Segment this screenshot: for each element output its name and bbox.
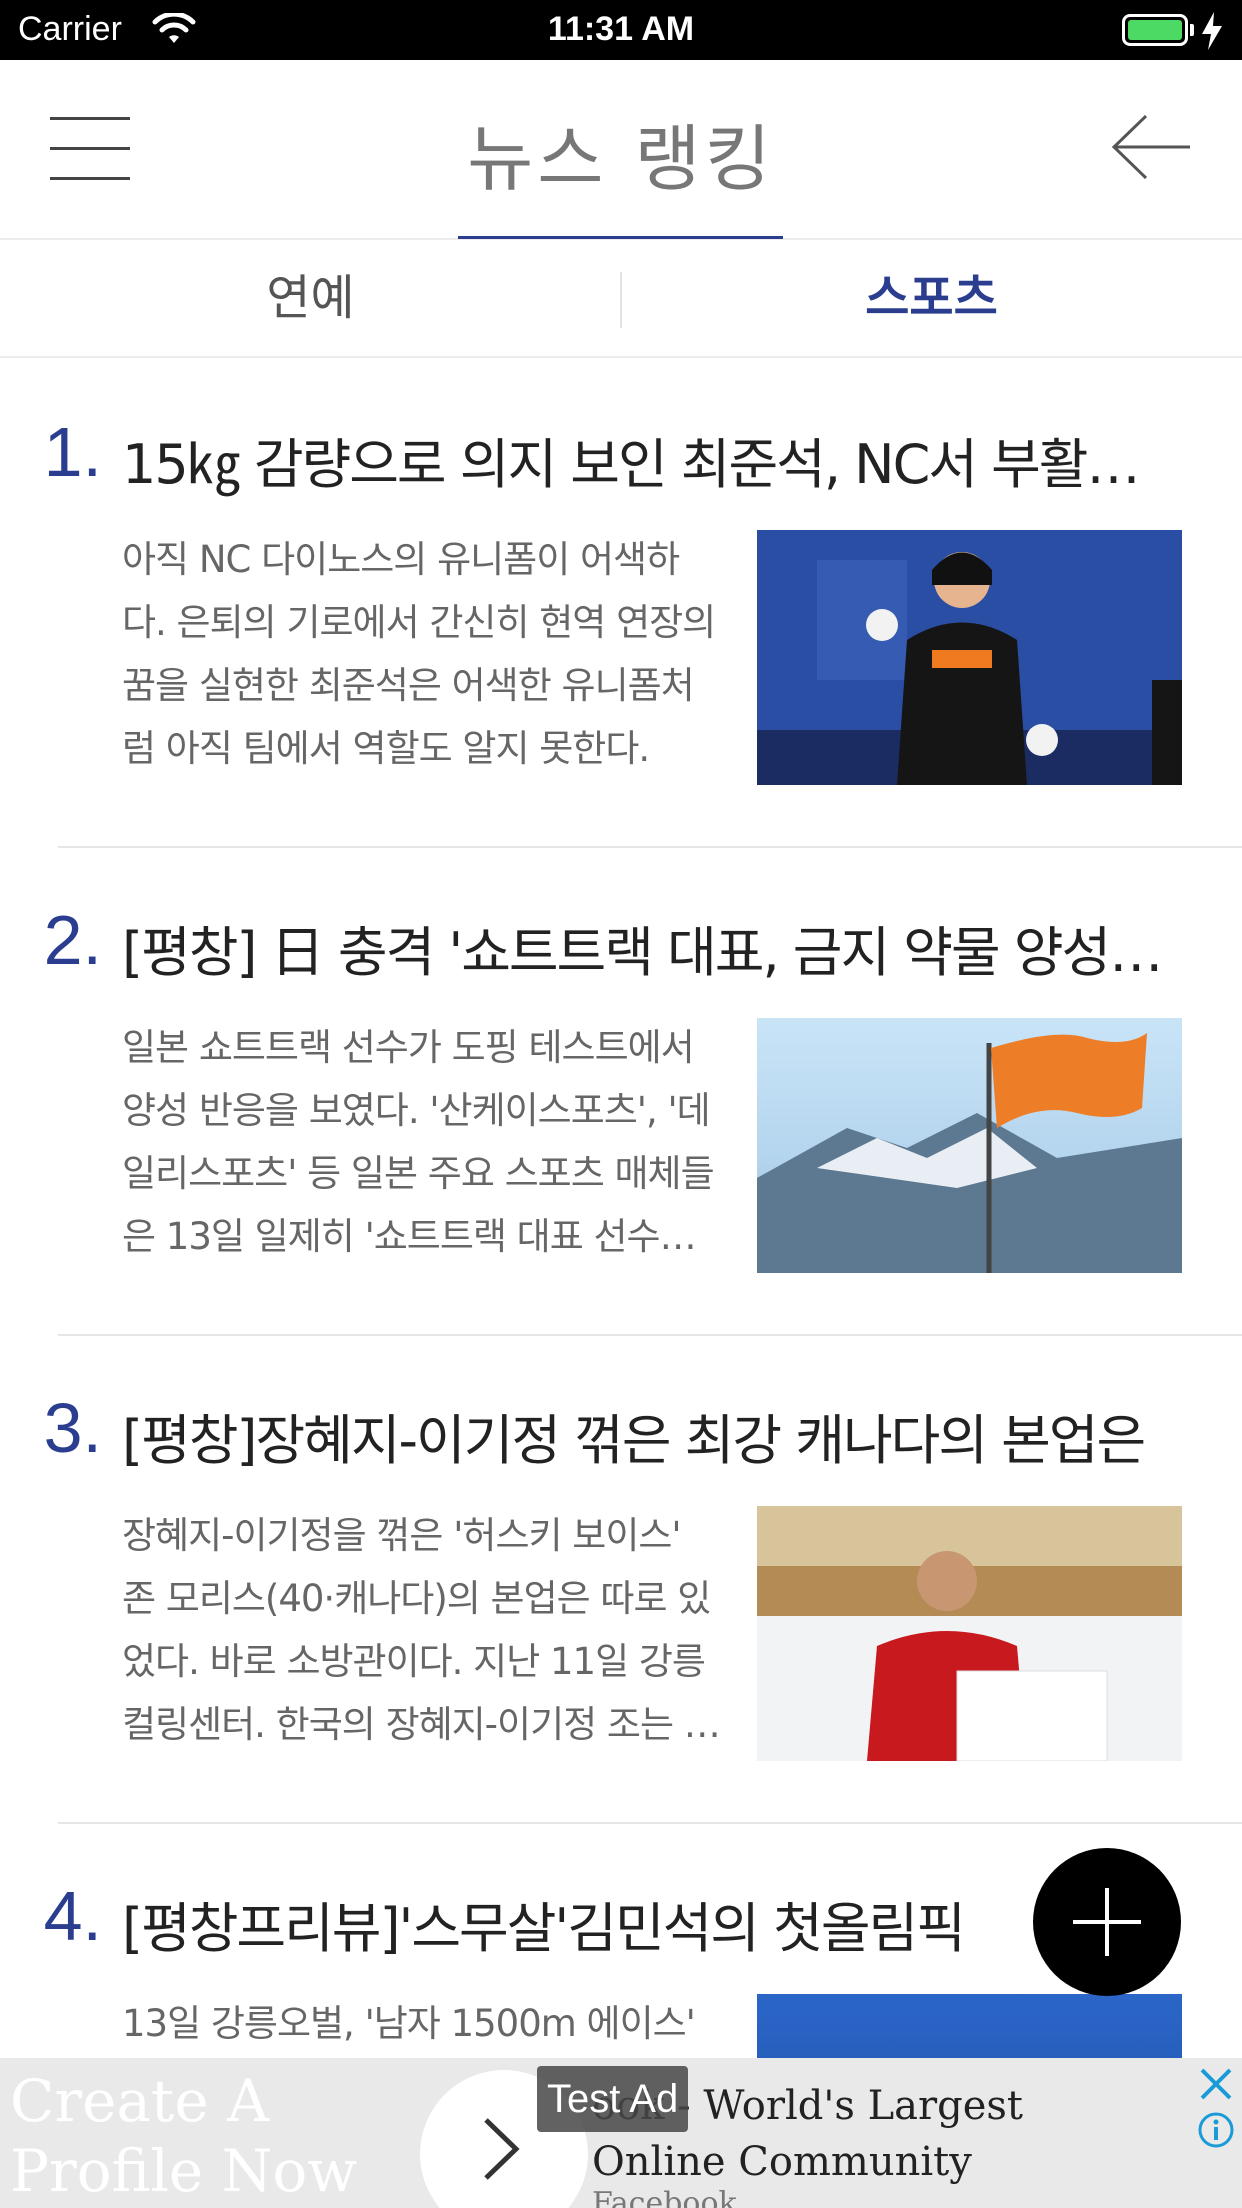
test-ad-label: Test Ad [537, 2066, 689, 2132]
article-headline[interactable]: 15㎏ 감량으로 의지 보인 최준석, NC서 부활할까 [122, 420, 1167, 499]
article-headline[interactable]: [평창프리뷰]'스무살'김민석의 첫올림픽 [122, 1884, 1167, 1963]
article-summary: 일본 쇼트트랙 선수가 도핑 테스트에서 양성 반응을 보였다. '산케이스포츠… [122, 1026, 715, 1258]
article-headline[interactable]: [평창] 日 충격 '쇼트트랙 대표, 금지 약물 양성 반응' [122, 908, 1167, 987]
category-tabs: 연예 스포츠 [0, 242, 1242, 358]
ad-cta-text[interactable]: Create A Profile Now [10, 2066, 430, 2206]
rank-number: 1. [43, 413, 102, 491]
article-item[interactable]: 2. [평창] 日 충격 '쇼트트랙 대표, 금지 약물 양성 반응' 일본 쇼… [0, 848, 1242, 1336]
article-thumbnail[interactable] [757, 1506, 1182, 1761]
ad-source: Facebook [592, 2186, 737, 2208]
article-thumbnail[interactable] [757, 1018, 1182, 1273]
rank-number: 2. [43, 901, 102, 979]
ad-headline-line2: Online Community [592, 2139, 972, 2185]
chevron-right-icon[interactable] [478, 2114, 524, 2184]
rank-number: 3. [43, 1389, 102, 1467]
close-icon[interactable] [1196, 2064, 1236, 2104]
article-summary: 장혜지-이기정을 꺾은 '허스키 보이스' 존 모리스(40·캐나다)의 본업은… [122, 1514, 718, 1746]
tab-sports[interactable]: 스포츠 [621, 242, 1242, 358]
status-bar: Carrier 11:31 AM [0, 0, 1242, 60]
article-headline[interactable]: [평창]장혜지-이기정 꺾은 최강 캐나다의 본업은 [122, 1396, 1167, 1475]
battery-icon [1122, 14, 1188, 46]
add-floating-button[interactable] [1033, 1848, 1181, 1996]
article-item[interactable]: 1. 15㎏ 감량으로 의지 보인 최준석, NC서 부활할까 아직 NC 다이… [0, 360, 1242, 848]
article-summary: 아직 NC 다이노스의 유니폼이 어색하다. 은퇴의 기로에서 간신히 현역 연… [122, 538, 716, 770]
back-arrow-icon[interactable] [1110, 112, 1192, 182]
article-item[interactable]: 3. [평창]장혜지-이기정 꺾은 최강 캐나다의 본업은 장혜지-이기정을 꺾… [0, 1336, 1242, 1824]
rank-number: 4. [43, 1877, 102, 1955]
article-thumbnail[interactable] [757, 530, 1182, 785]
battery-cap [1190, 24, 1194, 36]
tab-entertainment[interactable]: 연예 [0, 242, 621, 358]
clock: 11:31 AM [547, 10, 695, 48]
charging-bolt-icon [1202, 12, 1222, 50]
page-title: 뉴스 랭킹 [467, 117, 775, 201]
title-underline [458, 236, 783, 239]
info-icon[interactable] [1196, 2110, 1236, 2150]
ad-banner[interactable]: Create A Profile Now ook - World's Large… [0, 2058, 1242, 2208]
